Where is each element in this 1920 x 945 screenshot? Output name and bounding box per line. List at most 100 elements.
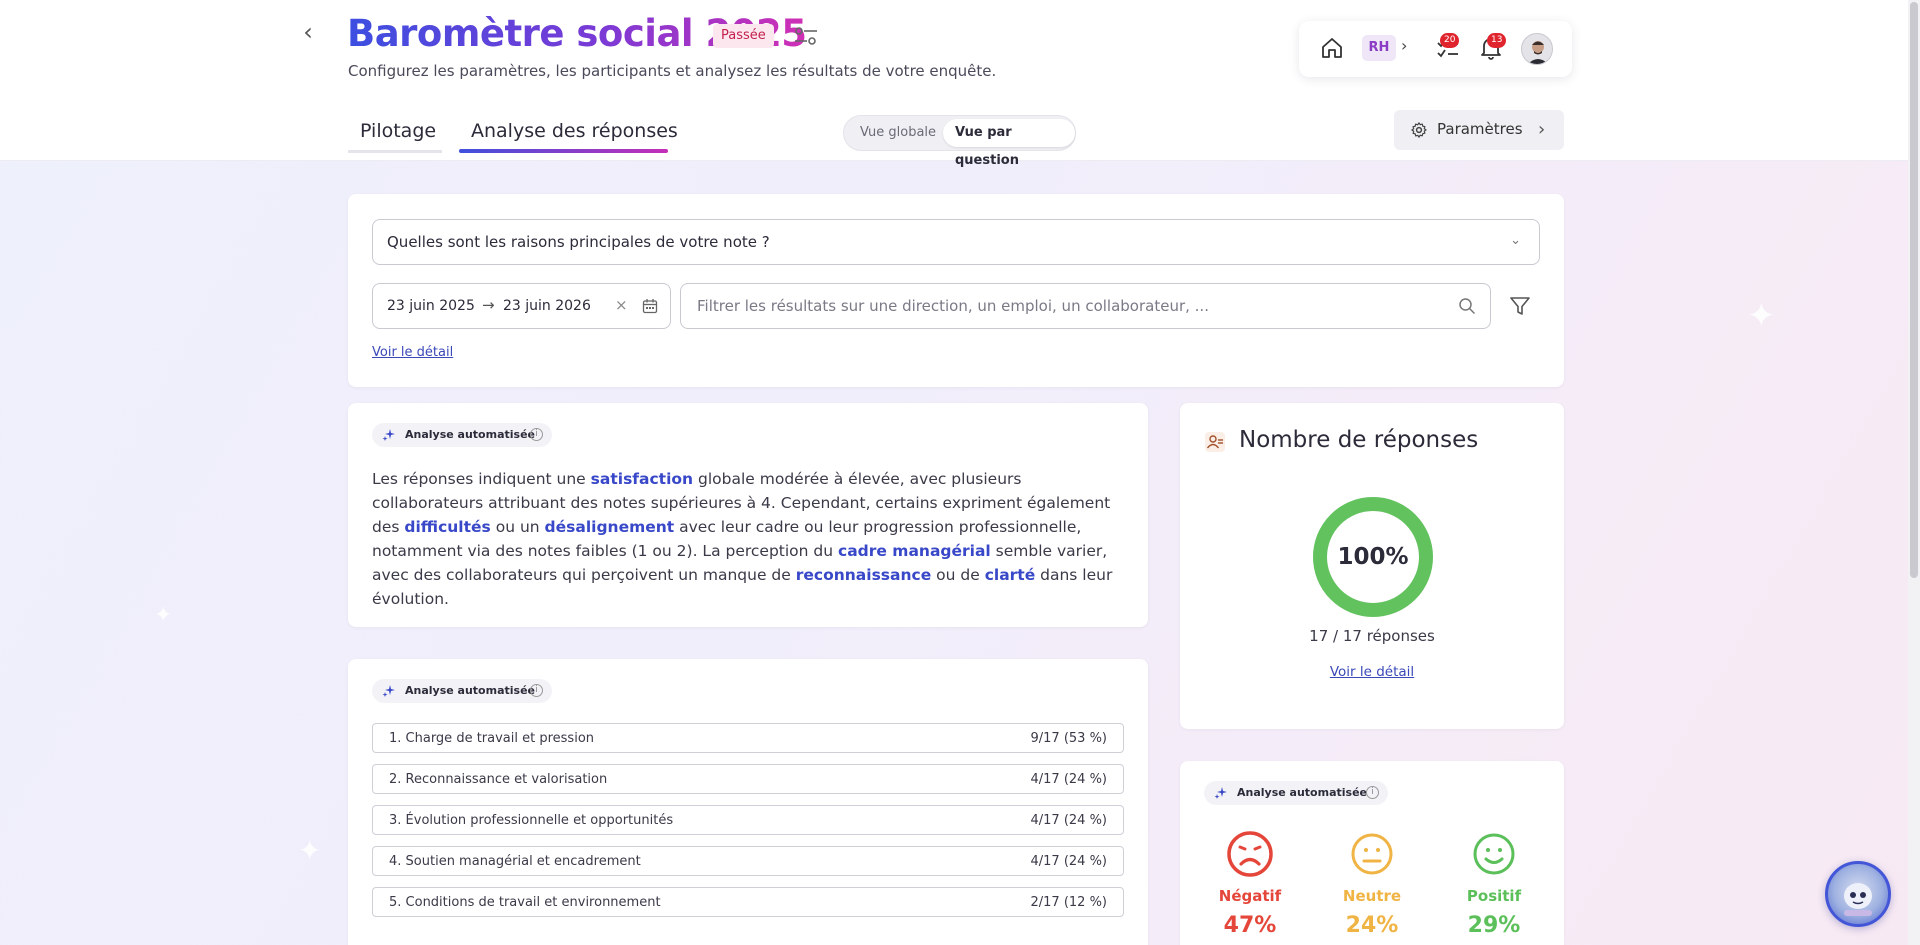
chevron-right-icon: ›: [1538, 119, 1546, 140]
view-detail-link[interactable]: Voir le détail: [1180, 664, 1564, 680]
theme-row[interactable]: 4. Soutien managérial et encadrement 4/1…: [372, 846, 1124, 876]
date-range-picker: 23 juin 2025 → 23 juin 2026 ×: [372, 283, 671, 329]
theme-row[interactable]: 3. Évolution professionnelle et opportun…: [372, 805, 1124, 835]
date-end[interactable]: 23 juin 2026: [503, 298, 591, 314]
filters-card: Quelles sont les raisons principales de …: [348, 194, 1564, 387]
summary-fragment: ou un: [490, 518, 545, 536]
summary-fragment: ou de: [931, 566, 985, 584]
theme-label: 5. Conditions de travail et environnemen…: [389, 895, 661, 910]
summary-keyword: clarté: [984, 566, 1036, 584]
theme-value: 2/17 (12 %): [1030, 895, 1108, 910]
arrow-right-icon: →: [482, 296, 495, 314]
notifications-count-badge: 13: [1487, 33, 1507, 48]
view-question-option[interactable]: Vue par question: [943, 119, 1075, 168]
user-avatar-icon: [1522, 34, 1552, 64]
tab-active-indicator: [459, 149, 668, 153]
ai-analysis-label: Analyse automatisée: [405, 428, 535, 441]
sliders-icon[interactable]: [793, 24, 819, 48]
tasks-count-badge: 20: [1440, 33, 1460, 48]
sentiment-percent: 24%: [1345, 913, 1399, 938]
top-toolbar: RH › 20 13: [1299, 21, 1572, 77]
summary-keyword: cadre managérial: [838, 542, 991, 560]
theme-row[interactable]: 1. Charge de travail et pression 9/17 (5…: [372, 723, 1124, 753]
summary-keyword: reconnaissance: [795, 566, 932, 584]
theme-row[interactable]: 5. Conditions de travail et environnemen…: [372, 887, 1124, 917]
summary-fragment: Les réponses indiquent une: [372, 470, 591, 488]
question-select-value: Quelles sont les raisons principales de …: [387, 233, 770, 251]
sparkles-icon: [382, 685, 395, 697]
ai-analysis-badge: Analyse automatisée i: [372, 423, 552, 447]
summary-keyword: difficultés: [404, 518, 491, 536]
back-button[interactable]: ‹: [296, 20, 320, 44]
home-icon[interactable]: [1319, 35, 1345, 61]
sparkles-icon: [1214, 787, 1227, 799]
summary-keyword: désalignement: [544, 518, 675, 536]
sentiment-label: Négatif: [1218, 887, 1282, 905]
filter-icon[interactable]: [1509, 295, 1531, 317]
sentiment-label: Positif: [1466, 887, 1522, 905]
sentiment-label: Neutre: [1342, 887, 1402, 905]
view-detail-link[interactable]: Voir le détail: [372, 345, 453, 360]
search-field: [680, 283, 1491, 329]
chevron-down-icon: ⌄: [1510, 233, 1521, 248]
ai-summary-text: Les réponses indiquent une satisfaction …: [372, 467, 1124, 611]
ai-analysis-label: Analyse automatisée: [1237, 786, 1367, 799]
question-select[interactable]: Quelles sont les raisons principales de …: [372, 219, 1540, 265]
neutral-face-icon: [1351, 833, 1393, 875]
clear-icon[interactable]: ×: [615, 296, 628, 314]
theme-label: 3. Évolution professionnelle et opportun…: [389, 813, 674, 828]
theme-value: 4/17 (24 %): [1030, 813, 1108, 828]
people-icon: [1205, 432, 1225, 452]
tab-pilotage[interactable]: Pilotage: [360, 120, 436, 142]
theme-label: 4. Soutien managérial et encadrement: [389, 854, 641, 869]
sentiment-card: Analyse automatisée i Négatif 47% Neutre…: [1180, 761, 1564, 945]
responses-title: Nombre de réponses: [1239, 427, 1479, 453]
summary-keyword: satisfaction: [590, 470, 694, 488]
sentiment-negative: Négatif 47%: [1200, 829, 1300, 938]
search-icon[interactable]: [1458, 297, 1476, 315]
scrollbar-thumb[interactable]: [1910, 2, 1918, 578]
avatar[interactable]: [1521, 33, 1553, 65]
status-badge: Passée: [713, 24, 774, 48]
role-badge[interactable]: RH: [1362, 35, 1396, 61]
themes-card: Analyse automatisée i 1. Charge de trava…: [348, 659, 1148, 945]
sentiment-percent: 47%: [1223, 913, 1277, 938]
tab-analyse-reponses[interactable]: Analyse des réponses: [471, 120, 678, 142]
theme-label: 2. Reconnaissance et valorisation: [389, 772, 608, 787]
date-start[interactable]: 23 juin 2025: [387, 298, 475, 314]
sentiment-percent: 29%: [1467, 913, 1521, 938]
info-icon[interactable]: i: [530, 684, 543, 697]
page-header: ‹ Baromètre social 2025 Passée Configure…: [0, 0, 1908, 168]
theme-value: 4/17 (24 %): [1030, 854, 1108, 869]
gear-icon: [1411, 122, 1427, 138]
view-toggle: Vue globale Vue par question: [843, 115, 1076, 168]
info-icon[interactable]: i: [1366, 786, 1379, 799]
sad-face-icon: [1227, 831, 1273, 877]
sparkles-icon: [382, 429, 395, 441]
response-rate-label: 100%: [1337, 544, 1409, 570]
theme-value: 9/17 (53 %): [1030, 731, 1108, 746]
ai-analysis-label: Analyse automatisée: [405, 684, 535, 697]
parameters-label: Paramètres: [1437, 120, 1523, 138]
calendar-icon[interactable]: [642, 298, 658, 314]
search-input[interactable]: [697, 294, 1437, 318]
theme-value: 4/17 (24 %): [1030, 772, 1108, 787]
assistant-chat-button[interactable]: [1825, 861, 1891, 927]
sparkle-decoration: ✦: [1747, 296, 1776, 336]
robot-assistant-icon: [1844, 883, 1872, 916]
sentiment-neutral: Neutre 24%: [1322, 829, 1422, 938]
sparkle-decoration: ✦: [154, 603, 173, 628]
ai-summary-card: Analyse automatisée i Les réponses indiq…: [348, 403, 1148, 627]
theme-label: 1. Charge de travail et pression: [389, 731, 595, 746]
theme-row[interactable]: 2. Reconnaissance et valorisation 4/17 (…: [372, 764, 1124, 794]
responses-count-text: 17 / 17 réponses: [1309, 627, 1435, 645]
ai-analysis-badge: Analyse automatisée i: [1204, 781, 1388, 805]
chevron-right-icon[interactable]: ›: [1401, 36, 1407, 55]
tab-underline: [348, 150, 442, 153]
view-global-option[interactable]: Vue globale: [848, 119, 948, 147]
parameters-button[interactable]: Paramètres ›: [1394, 110, 1564, 150]
ai-analysis-badge: Analyse automatisée i: [372, 679, 552, 703]
page-subtitle: Configurez les paramètres, les participa…: [348, 62, 997, 80]
sentiment-positive: Positif 29%: [1444, 829, 1544, 938]
info-icon[interactable]: i: [530, 428, 543, 441]
